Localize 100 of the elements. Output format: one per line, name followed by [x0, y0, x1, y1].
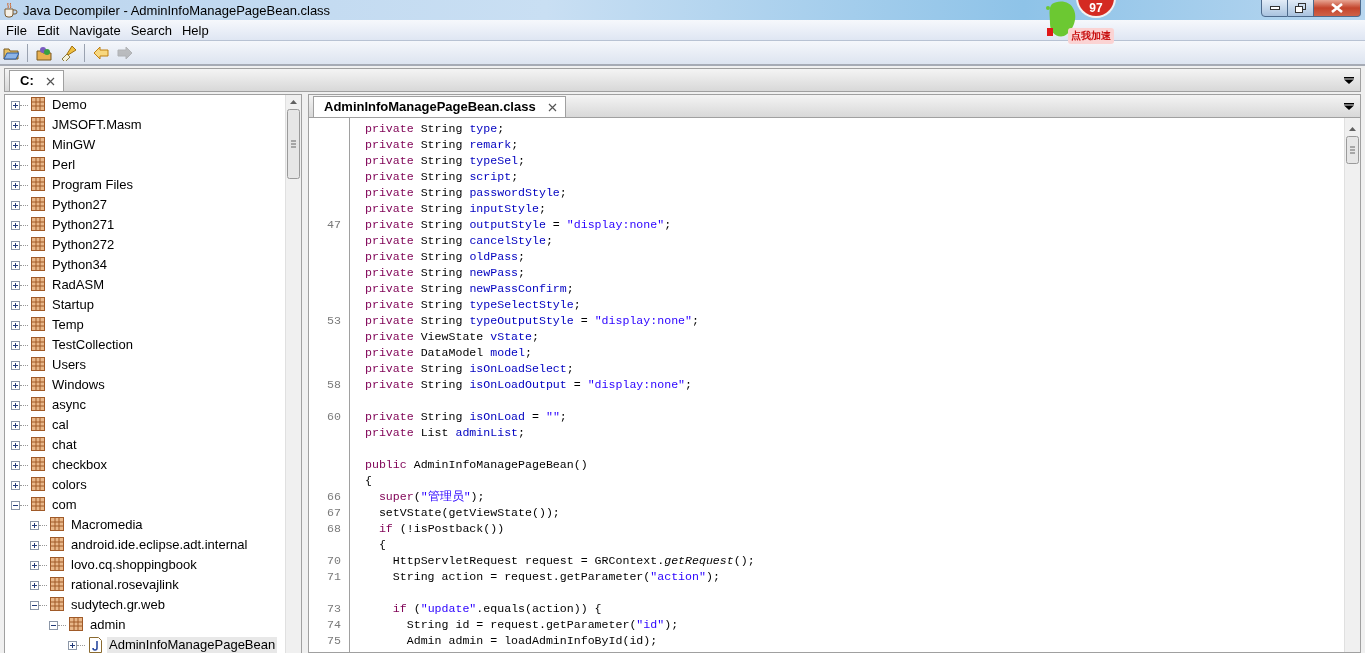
package-icon: [31, 157, 45, 173]
tree-item[interactable]: rational.rosevajlink: [69, 577, 181, 593]
window-title: Java Decompiler - AdminInfoManagePageBean.class: [23, 2, 331, 18]
scrollbar[interactable]: [1344, 118, 1360, 652]
expand-icon[interactable]: [30, 560, 39, 570]
tree-item[interactable]: async: [50, 397, 88, 413]
restore-button[interactable]: [1288, 0, 1314, 17]
expand-icon[interactable]: [11, 300, 20, 310]
expand-icon[interactable]: [11, 140, 20, 150]
expand-icon[interactable]: [30, 580, 39, 590]
code-line: private String cancelStyle;: [365, 234, 553, 247]
close-button[interactable]: [1314, 0, 1361, 17]
tree-item[interactable]: android.ide.eclipse.adt.internal: [69, 537, 250, 553]
tree-item[interactable]: admin: [88, 617, 128, 633]
tree-item[interactable]: MinGW: [50, 137, 98, 153]
tree-item[interactable]: Python34: [50, 257, 109, 273]
tree-item[interactable]: Program Files: [50, 177, 135, 193]
code-line: private String isOnLoadOutput = "display:none";: [365, 378, 693, 391]
tree-item[interactable]: Users: [50, 357, 88, 373]
expand-icon[interactable]: [11, 180, 20, 190]
expand-icon[interactable]: [11, 220, 20, 230]
expand-icon[interactable]: [11, 340, 20, 350]
expand-icon[interactable]: [11, 100, 20, 110]
tree-item[interactable]: com: [50, 497, 79, 513]
tree-item[interactable]: Python27: [50, 197, 109, 213]
menu-item[interactable]: Search: [125, 22, 177, 38]
line-number: 75: [326, 633, 342, 649]
code-line: {: [365, 474, 372, 487]
collapse-icon[interactable]: [30, 600, 39, 610]
collapse-icon[interactable]: [11, 500, 20, 510]
expand-icon[interactable]: [11, 420, 20, 430]
search-button[interactable]: [59, 43, 77, 62]
tree-item[interactable]: cal: [50, 417, 71, 433]
menu-item[interactable]: Help: [176, 22, 214, 38]
code-line: private DataModel model;: [365, 346, 532, 359]
scrollbar[interactable]: [285, 95, 301, 653]
code-line: if ("update".equals(action)) {: [391, 602, 602, 615]
expand-icon[interactable]: [11, 200, 20, 210]
line-number: 71: [326, 569, 342, 585]
tree-item[interactable]: Python271: [50, 217, 117, 233]
close-icon[interactable]: [45, 76, 55, 86]
tree-item[interactable]: checkbox: [50, 457, 109, 473]
expand-icon[interactable]: [11, 400, 20, 410]
code-line: super("管理员");: [377, 490, 485, 503]
code-line: private String newPass;: [365, 266, 526, 279]
menu-item[interactable]: File: [1, 22, 32, 38]
speed-up-label[interactable]: 点我加速: [1068, 28, 1114, 44]
forward-arrow-icon: [117, 44, 133, 61]
line-number: 53: [326, 313, 342, 329]
expand-icon[interactable]: [11, 360, 20, 370]
minimize-icon: [1269, 5, 1280, 11]
code-line: private String passwordStyle;: [365, 186, 567, 199]
tree-item[interactable]: Startup: [50, 297, 96, 313]
tree-item[interactable]: Windows: [50, 377, 107, 393]
flashlight-icon: [60, 44, 76, 61]
expand-icon[interactable]: [11, 120, 20, 130]
code-line: setVState(getViewState());: [377, 506, 560, 519]
collapse-icon[interactable]: [49, 620, 58, 630]
menu-item[interactable]: Navigate: [64, 22, 126, 38]
expand-icon[interactable]: [11, 480, 20, 490]
expand-icon[interactable]: [11, 240, 20, 250]
expand-icon[interactable]: [11, 260, 20, 270]
line-number: 68: [326, 521, 342, 537]
expand-icon[interactable]: [11, 320, 20, 330]
tree-item[interactable]: RadASM: [50, 277, 107, 293]
tree-item[interactable]: TestCollection: [50, 337, 135, 353]
tab[interactable]: AdminInfoManagePageBean.class: [313, 96, 566, 117]
dropdown-icon[interactable]: [1344, 102, 1354, 110]
tree-item[interactable]: Python272: [50, 237, 117, 253]
tree-item[interactable]: lovo.cq.shoppingbook: [69, 557, 199, 573]
menu-item[interactable]: Edit: [31, 22, 65, 38]
package-icon: [31, 377, 45, 393]
tree-item[interactable]: AdminInfoManagePageBean: [107, 637, 278, 653]
expand-icon[interactable]: [68, 640, 77, 650]
tree-item[interactable]: colors: [50, 477, 89, 493]
package-icon: [69, 617, 83, 633]
package-icon: [50, 537, 64, 553]
package-icon: [31, 257, 45, 273]
tree-item[interactable]: Perl: [50, 157, 78, 173]
tree-item[interactable]: sudytech.gr.web: [69, 597, 167, 613]
close-icon: [1331, 3, 1343, 13]
tab[interactable]: C:: [9, 70, 64, 91]
scroll-thumb-icon[interactable]: [287, 109, 300, 179]
expand-icon[interactable]: [11, 440, 20, 450]
expand-icon[interactable]: [30, 520, 39, 530]
dropdown-icon[interactable]: [1344, 76, 1354, 84]
expand-icon[interactable]: [11, 160, 20, 170]
expand-icon[interactable]: [11, 460, 20, 470]
scroll-thumb-icon[interactable]: [1346, 136, 1359, 164]
expand-icon[interactable]: [11, 380, 20, 390]
minimize-button[interactable]: [1261, 0, 1288, 17]
expand-icon[interactable]: [11, 280, 20, 290]
tree-item[interactable]: Macromedia: [69, 517, 145, 533]
tree-item[interactable]: Temp: [50, 317, 86, 333]
folder-with-balls-icon: [36, 44, 52, 61]
close-icon[interactable]: [547, 102, 557, 112]
tree-item[interactable]: Demo: [50, 97, 89, 113]
tree-item[interactable]: JMSOFT.Masm: [50, 117, 144, 133]
expand-icon[interactable]: [30, 540, 39, 550]
tree-item[interactable]: chat: [50, 437, 79, 453]
